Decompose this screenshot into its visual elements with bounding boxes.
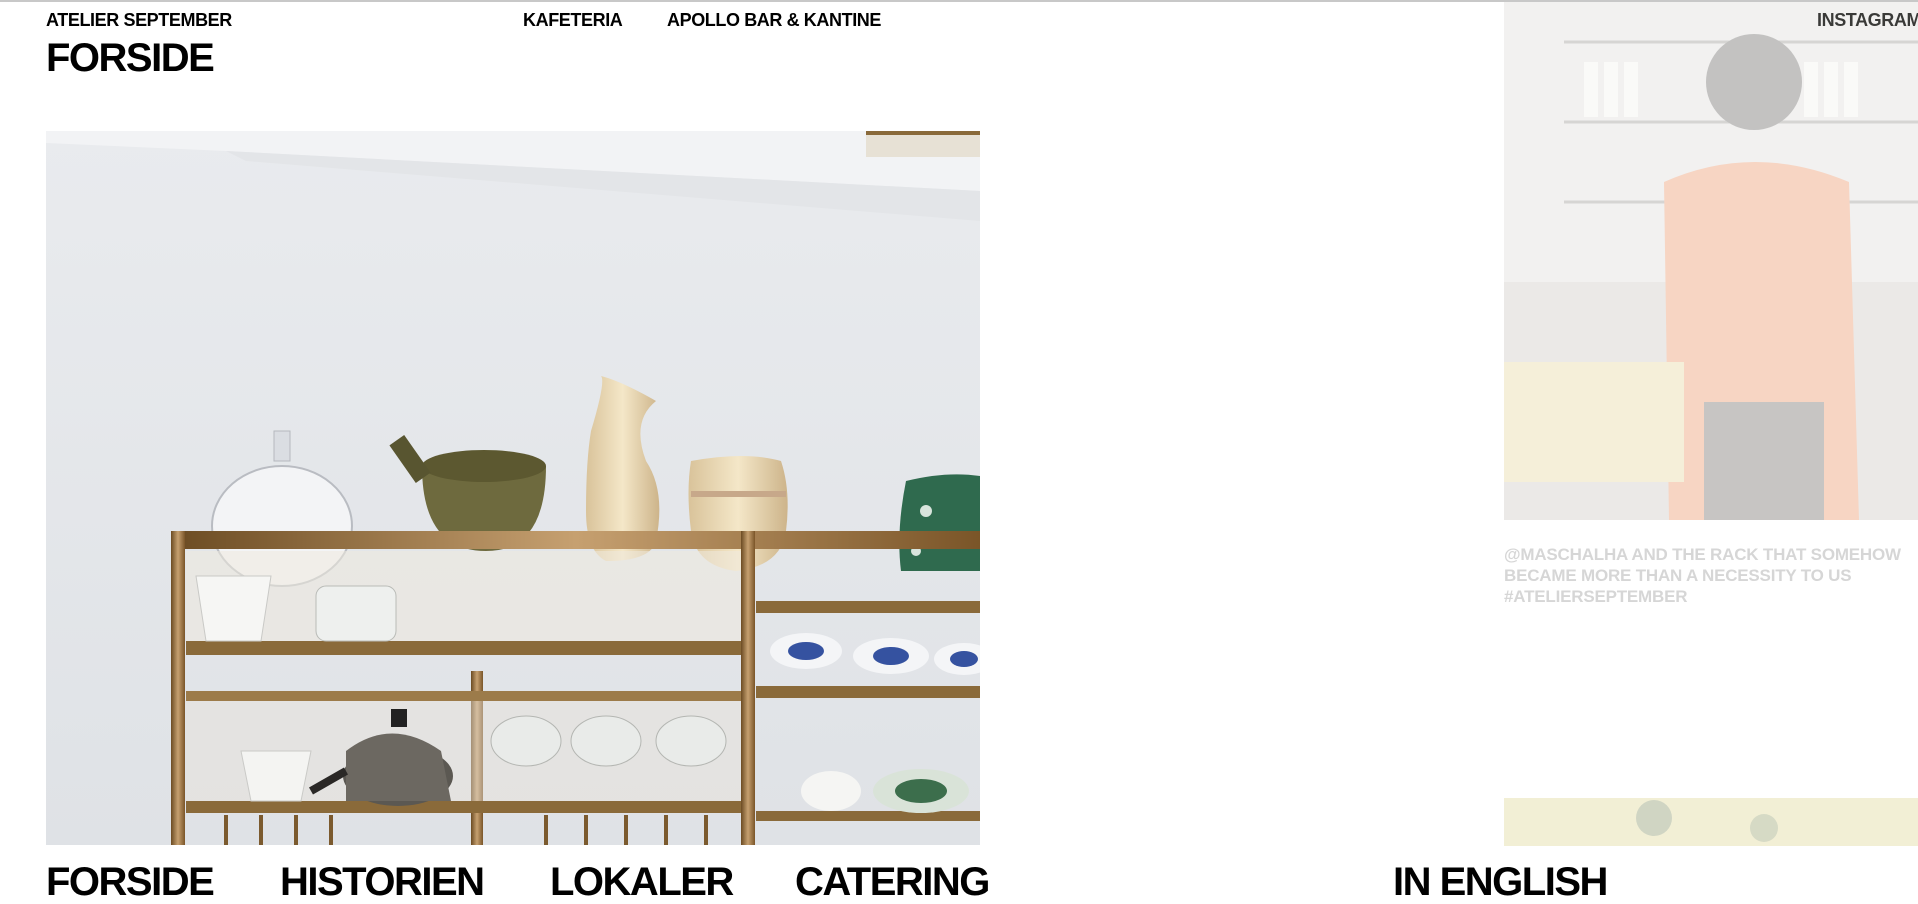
instagram-caption: @MASCHALHA AND THE RACK THAT SOMEHOW BEC… [1504, 545, 1901, 606]
hero-photo [46, 131, 980, 845]
brand-link[interactable]: ATELIER SEPTEMBER [46, 9, 232, 31]
footer-nav-forside[interactable]: FORSIDE [46, 860, 215, 904]
nav-link-apollo[interactable]: APOLLO BAR & KANTINE [667, 9, 881, 31]
nav-link-kafeteria[interactable]: KAFETERIA [523, 9, 623, 31]
footer-nav-lokaler[interactable]: LOKALER [550, 860, 734, 904]
footer-nav-catering[interactable]: CATERING [795, 860, 990, 904]
language-switch-link[interactable]: IN ENGLISH [1393, 860, 1608, 904]
footer-nav-historien[interactable]: HISTORIEN [280, 860, 485, 904]
page-title: FORSIDE [46, 36, 215, 80]
instagram-photo-next[interactable] [1504, 798, 1918, 846]
instagram-photo[interactable] [1504, 2, 1918, 520]
